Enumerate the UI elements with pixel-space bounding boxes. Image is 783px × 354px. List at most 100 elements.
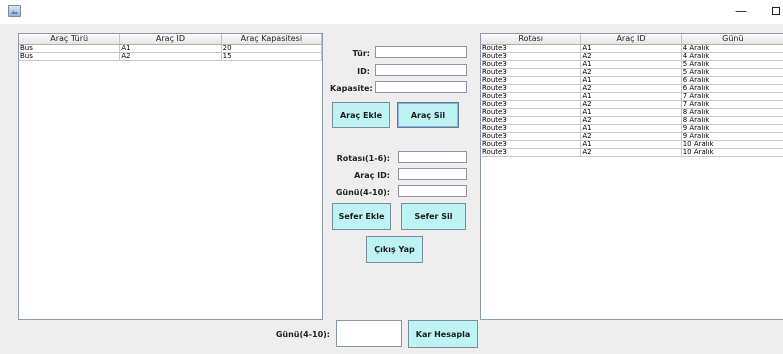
trip-row[interactable]: Route3 A1 4 Aralık [481,45,783,53]
table-cell: 5 Aralık [681,69,783,77]
column-header-route[interactable]: Rotası [481,34,582,44]
id-field[interactable] [375,64,467,76]
type-field[interactable] [375,46,467,58]
table-cell: Bus [19,45,121,53]
table-cell: 7 Aralık [681,101,783,109]
java-app-icon [8,5,21,17]
trips-table[interactable]: Rotası Araç ID Günü Route3 A1 4 Aralık Rout… [480,33,783,320]
trip-vehicle-id-field[interactable] [398,168,467,180]
table-cell: 20 [221,45,322,53]
table-cell: A2 [581,133,682,141]
add-vehicle-button[interactable]: Araç Ekle [332,102,390,128]
trip-row[interactable]: Route3 A1 9 Aralık [481,125,783,133]
trips-table-body: Route3 A1 4 Aralık Route3 A2 4 Aralık Route3 A1… [481,45,783,157]
vehicle-row[interactable]: Bus A2 15 [19,53,322,61]
table-cell: Route3 [481,77,582,85]
trip-row[interactable]: Route3 A1 8 Aralık [481,109,783,117]
table-cell: 8 Aralık [681,117,783,125]
profit-day-label: Günü(4-10): [275,330,330,339]
table-cell: 4 Aralık [681,53,783,61]
trip-vehicle-id-label: Araç ID: [354,171,390,180]
table-cell: Route3 [481,125,582,133]
delete-vehicle-button[interactable]: Araç Sil [397,102,459,128]
table-cell: A1 [581,45,682,53]
trip-row[interactable]: Route3 A1 6 Aralık [481,77,783,85]
table-cell: A1 [581,93,682,101]
trip-row[interactable]: Route3 A1 5 Aralık [481,61,783,69]
profit-day-field[interactable] [336,320,402,347]
vehicles-table-body: Bus A1 20 Bus A2 15 [19,45,322,61]
trip-row[interactable]: Route3 A2 10 Aralık [481,149,783,157]
trip-day-label: Günü(4-10): [335,188,390,197]
vehicle-row[interactable]: Bus A1 20 [19,45,322,53]
table-cell: A2 [581,69,682,77]
maximize-button[interactable] [767,3,783,19]
column-header-trip-vehicle-id[interactable]: Araç ID [581,34,682,44]
calculate-profit-button[interactable]: Kar Hesapla [408,320,478,348]
table-cell: Route3 [481,53,582,61]
delete-trip-button[interactable]: Sefer Sil [401,203,466,230]
exit-button[interactable]: Çıkış Yap [366,236,423,263]
maximize-icon [772,7,780,15]
table-cell: 9 Aralık [681,133,783,141]
capacity-field[interactable] [375,81,467,93]
table-cell: A2 [581,117,682,125]
table-cell: A1 [581,109,682,117]
table-cell: A2 [581,53,682,61]
table-cell: 9 Aralık [681,125,783,133]
table-cell: 8 Aralık [681,109,783,117]
trip-row[interactable]: Route3 A2 4 Aralık [481,53,783,61]
trip-row[interactable]: Route3 A2 9 Aralık [481,133,783,141]
vehicles-table[interactable]: Araç Türü Araç ID Araç Kapasitesi Bus A1 2… [18,33,323,320]
column-header-vehicle-type[interactable]: Araç Türü [19,34,121,44]
trip-row[interactable]: Route3 A2 8 Aralık [481,117,783,125]
table-cell: 10 Aralık [681,149,783,157]
column-header-vehicle-id[interactable]: Araç ID [120,34,222,44]
route-label: Rotası(1-6): [336,154,390,163]
table-cell: 15 [221,53,322,61]
table-cell: A1 [120,45,222,53]
table-cell: A2 [581,149,682,157]
table-cell: Route3 [481,141,582,149]
type-label: Tür: [352,49,370,58]
table-cell: Route3 [481,45,582,53]
table-cell: Route3 [481,133,582,141]
table-cell: Route3 [481,101,582,109]
route-field[interactable] [398,151,467,163]
capacity-label: Kapasite: [330,84,373,93]
table-cell: A1 [581,141,682,149]
table-cell: Route3 [481,149,582,157]
table-cell: Bus [19,53,121,61]
column-header-vehicle-capacity[interactable]: Araç Kapasitesi [222,34,322,44]
table-cell: A1 [581,61,682,69]
table-cell: 6 Aralık [681,85,783,93]
table-cell: 7 Aralık [681,93,783,101]
minimize-button[interactable]: — [732,3,750,19]
add-trip-button[interactable]: Sefer Ekle [332,203,391,230]
table-cell: A2 [581,101,682,109]
table-cell: Route3 [481,109,582,117]
table-cell: A2 [581,85,682,93]
table-cell: Route3 [481,61,582,69]
column-header-day[interactable]: Günü [682,34,783,44]
trip-row[interactable]: Route3 A1 7 Aralık [481,93,783,101]
table-cell: 6 Aralık [681,77,783,85]
table-cell: 10 Aralık [681,141,783,149]
table-cell: 5 Aralık [681,61,783,69]
table-cell: Route3 [481,85,582,93]
vehicles-table-header: Araç Türü Araç ID Araç Kapasitesi [19,34,322,45]
table-cell: Route3 [481,93,582,101]
table-cell: Route3 [481,69,582,77]
title-bar: — [0,0,783,24]
table-cell: A1 [581,125,682,133]
trip-row[interactable]: Route3 A2 6 Aralık [481,85,783,93]
trip-day-field[interactable] [398,185,467,197]
trips-table-header: Rotası Araç ID Günü [481,34,783,45]
table-cell: 4 Aralık [681,45,783,53]
trip-row[interactable]: Route3 A2 7 Aralık [481,101,783,109]
table-cell: A1 [581,77,682,85]
table-cell: Route3 [481,117,582,125]
trip-row[interactable]: Route3 A2 5 Aralık [481,69,783,77]
table-cell: A2 [120,53,222,61]
trip-row[interactable]: Route3 A1 10 Aralık [481,141,783,149]
